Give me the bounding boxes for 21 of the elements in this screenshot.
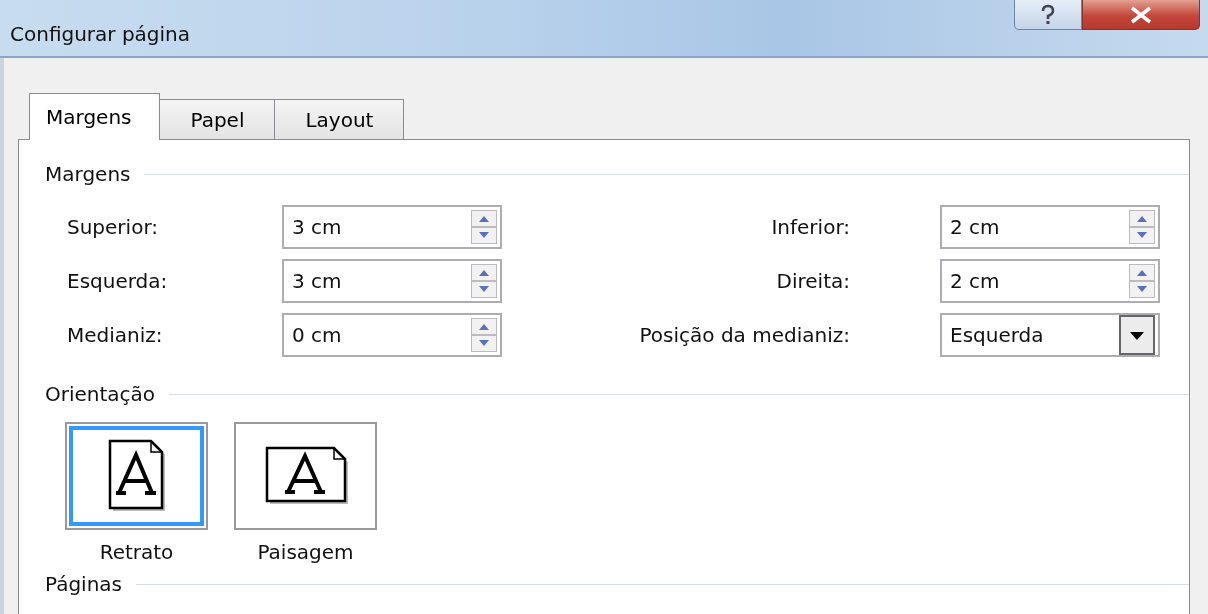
spin-field[interactable]: 3 cm (282, 259, 502, 303)
tab[interactable]: Margens (29, 93, 161, 140)
spin-field[interactable]: 3 cm (282, 205, 502, 249)
spin-field[interactable]: 2 cm (940, 259, 1160, 303)
field-label: Direita: (775, 269, 851, 293)
field-label: Esquerda: (66, 269, 169, 293)
section-title: Margens (45, 162, 131, 186)
field-label: Inferior: (770, 215, 851, 239)
spin-field[interactable]: 2 cm (940, 205, 1160, 249)
dropdown[interactable]: Esquerda (940, 313, 1160, 357)
tab[interactable]: Papel (159, 99, 276, 139)
field-label: Medianiz: (66, 323, 164, 347)
orientation-label: Retrato (99, 540, 174, 564)
section-title: Páginas (45, 572, 123, 596)
orientation-label: Paisagem (257, 540, 354, 564)
field-label: Superior: (66, 215, 159, 239)
tab[interactable]: Layout (274, 99, 405, 139)
spin-field[interactable]: 0 cm (282, 313, 502, 357)
field-label: Posição da medianiz: (638, 323, 851, 347)
section-title: Orientação (45, 382, 156, 406)
window-title: Configurar página (10, 22, 191, 48)
